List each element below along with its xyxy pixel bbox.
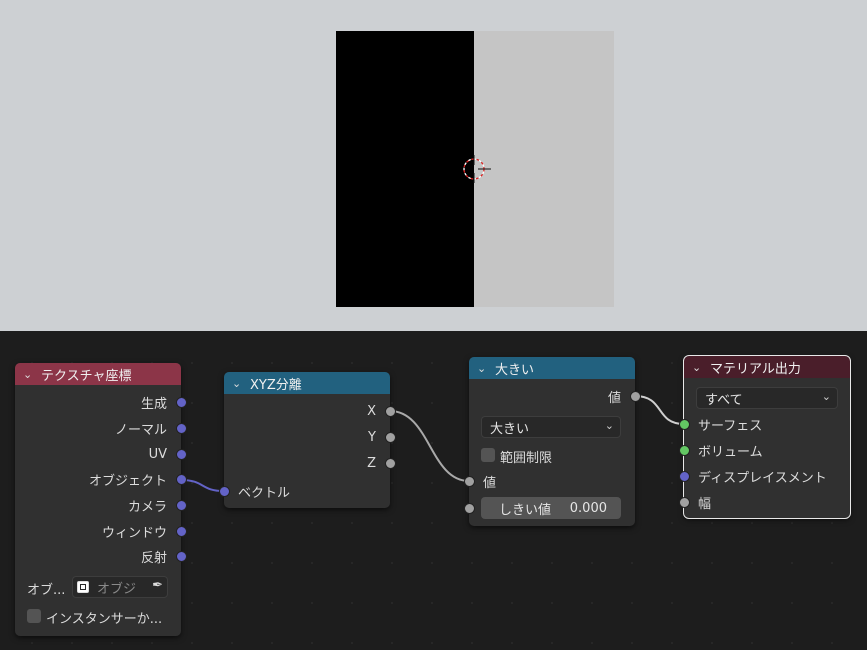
output-uv: UV [148, 446, 167, 462]
object-picker[interactable]: オブジ ✒ [72, 576, 168, 598]
node-title: マテリアル出力 [710, 361, 801, 377]
socket-displacement[interactable] [679, 471, 690, 482]
output-object: オブジェクト [88, 473, 167, 489]
node-header[interactable]: ⌄ 大きい [469, 357, 635, 379]
output-window: ウィンドウ [101, 525, 167, 541]
chevron-down-icon[interactable]: ⌄ [23, 368, 37, 381]
node-title: テクスチャ座標 [41, 368, 132, 384]
node-header[interactable]: ⌄ マテリアル出力 [684, 356, 850, 378]
socket-threshold[interactable] [464, 503, 475, 514]
output-reflection: 反射 [140, 550, 167, 566]
socket-z[interactable] [385, 458, 396, 469]
instancer-checkbox[interactable] [27, 609, 41, 623]
threshold-field[interactable]: しきい値 0.000 [481, 497, 621, 519]
output-camera: カメラ [127, 499, 167, 515]
operation-dropdown[interactable]: 大きい ⌄ [481, 416, 621, 438]
socket-vector[interactable] [219, 486, 230, 497]
chevron-down-icon: ⌄ [604, 419, 614, 432]
3d-cursor-icon[interactable] [461, 155, 491, 185]
node-title: 大きい [495, 362, 535, 378]
texture-coordinate-node[interactable]: ⌄ テクスチャ座標 生成 ノーマル UV オブジェクト カメラ ウィンドウ 反射… [15, 363, 187, 636]
input-volume: ボリューム [698, 444, 763, 460]
socket-generated[interactable] [176, 397, 187, 408]
separate-xyz-node[interactable]: ⌄ XYZ分離 X Y Z ベクトル [219, 372, 396, 508]
output-y: Y [368, 429, 376, 445]
node-header[interactable]: ⌄ XYZ分離 [224, 372, 390, 394]
clamp-checkbox[interactable] [481, 448, 495, 462]
clamp-label: 範囲制限 [500, 451, 553, 466]
node-header[interactable]: ⌄ テクスチャ座標 [15, 363, 181, 385]
input-vector: ベクトル [238, 485, 291, 501]
target-dropdown[interactable]: すべて ⌄ [696, 387, 838, 409]
socket-volume[interactable] [679, 445, 690, 456]
chevron-down-icon: ⌄ [821, 390, 831, 403]
chevron-down-icon[interactable]: ⌄ [477, 362, 491, 375]
output-normal: ノーマル [114, 422, 167, 438]
socket-thickness[interactable] [679, 497, 690, 508]
output-x: X [367, 403, 376, 419]
output-z: Z [367, 455, 376, 471]
socket-x[interactable] [385, 406, 396, 417]
render-dark-half [336, 31, 474, 307]
output-value: 値 [607, 390, 621, 406]
socket-uv[interactable] [176, 449, 187, 460]
socket-camera[interactable] [176, 500, 187, 511]
socket-surface[interactable] [679, 419, 690, 430]
eyedropper-icon[interactable]: ✒ [152, 578, 163, 593]
input-displacement: ディスプレイスメント [698, 470, 827, 486]
socket-value-in[interactable] [464, 476, 475, 487]
socket-object[interactable] [176, 474, 187, 485]
node-title: XYZ分離 [250, 377, 302, 393]
chevron-down-icon[interactable]: ⌄ [692, 361, 706, 374]
chevron-down-icon[interactable]: ⌄ [232, 377, 246, 390]
math-greater-than-node[interactable]: ⌄ 大きい 値 大きい ⌄ 範囲制限 値 しきい値 0.000 [464, 357, 641, 526]
object-cube-icon [77, 581, 89, 593]
input-surface: サーフェス [698, 418, 763, 434]
socket-y[interactable] [385, 432, 396, 443]
input-thickness: 幅 [698, 496, 712, 512]
socket-normal[interactable] [176, 423, 187, 434]
3d-viewport[interactable] [0, 0, 867, 331]
material-output-node[interactable]: ⌄ マテリアル出力 すべて ⌄ サーフェス ボリューム ディスプレイスメント 幅 [679, 355, 851, 519]
instancer-label: インスタンサーか... [46, 612, 163, 627]
render-light-half [474, 31, 614, 307]
socket-window[interactable] [176, 526, 187, 537]
socket-value-out[interactable] [630, 391, 641, 402]
input-value: 値 [483, 475, 497, 491]
output-generated: 生成 [140, 396, 167, 412]
socket-reflection[interactable] [176, 551, 187, 562]
object-label: オブ... [27, 583, 66, 598]
